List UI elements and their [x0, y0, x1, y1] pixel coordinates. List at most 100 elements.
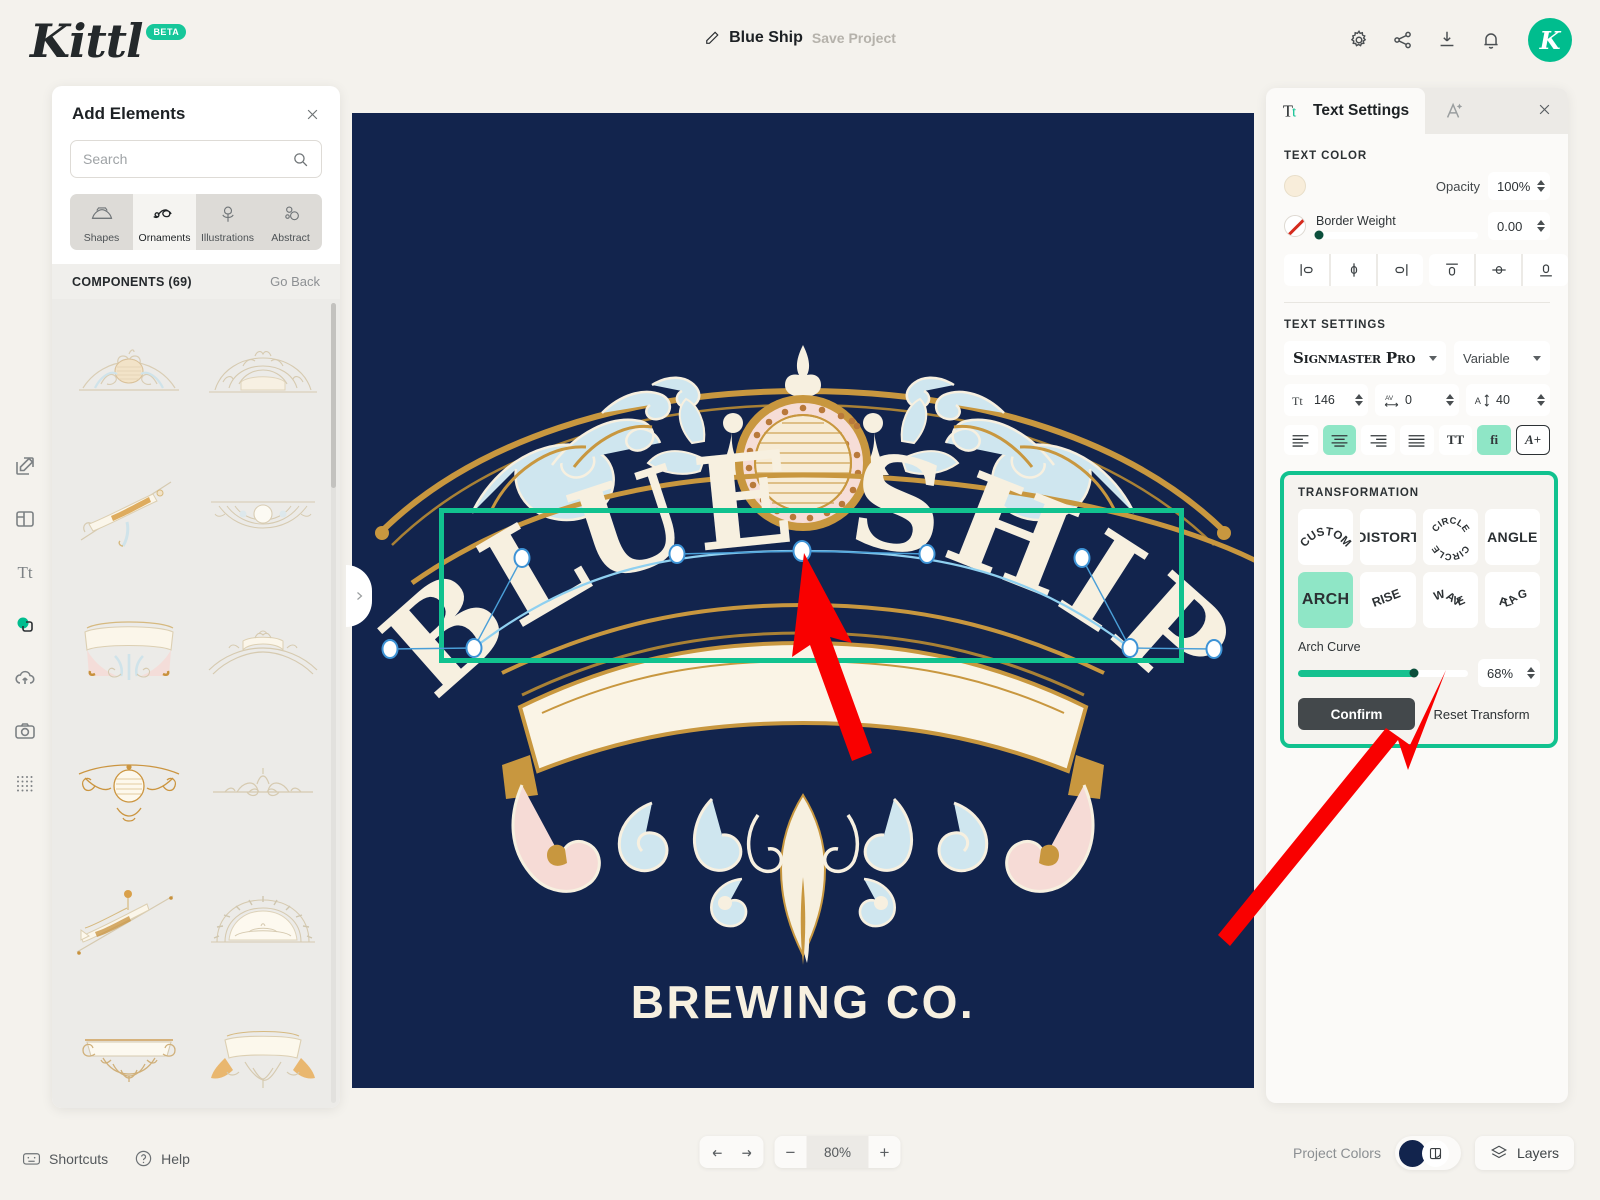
font-row: Signmaster Pro Variable [1284, 341, 1550, 375]
align-top-edge-button[interactable] [1429, 254, 1474, 286]
ligatures-toggle-button[interactable]: fi [1477, 425, 1512, 455]
preset-custom[interactable]: CUSTOM [1298, 509, 1354, 565]
arch-curve-slider[interactable] [1298, 668, 1468, 678]
align-right-edge-button[interactable] [1378, 254, 1423, 286]
cloud-upload-icon[interactable] [13, 666, 37, 690]
avatar[interactable]: K [1528, 18, 1572, 62]
top-bar: Kittl BETA Blue Ship Save Project K [0, 0, 1600, 84]
text-align-center-button[interactable] [1322, 425, 1357, 455]
app-logo[interactable]: Kittl BETA [30, 14, 187, 68]
search-icon[interactable] [292, 151, 309, 168]
layout-icon[interactable] [13, 507, 37, 531]
redo-button[interactable] [732, 1136, 764, 1168]
go-back-button[interactable]: Go Back [270, 274, 320, 289]
font-size-spinner[interactable] [1355, 394, 1363, 406]
list-item[interactable] [64, 449, 194, 575]
tab-text-effects[interactable] [1425, 88, 1483, 134]
search-box[interactable] [70, 140, 322, 178]
zoom-in-button[interactable]: + [869, 1136, 901, 1168]
arch-curve-stepper[interactable]: 68% [1478, 659, 1540, 687]
preset-label: RISE [1370, 586, 1402, 609]
align-left-edge-button[interactable] [1284, 254, 1329, 286]
text-align-justify-button[interactable] [1400, 425, 1434, 455]
list-item[interactable] [198, 449, 328, 575]
font-size-stepper[interactable]: Tt 146 [1284, 384, 1368, 416]
zoom-value[interactable]: 80% [806, 1136, 869, 1168]
project-colors-toggle[interactable] [1394, 1136, 1461, 1170]
layers-button[interactable]: Layers [1474, 1136, 1574, 1170]
preset-rise[interactable]: RISE [1360, 572, 1416, 628]
list-item[interactable] [64, 313, 194, 439]
save-project-button[interactable]: Save Project [812, 30, 896, 46]
letter-spacing-stepper[interactable]: AV 0 [1375, 384, 1459, 416]
border-weight-knob[interactable] [1314, 230, 1324, 240]
shapes-icon[interactable] [13, 613, 37, 637]
chevron-down-icon [1429, 355, 1437, 361]
pencil-square-icon[interactable] [13, 454, 37, 478]
keyboard-icon [22, 1153, 41, 1165]
align-h-center-button[interactable] [1331, 254, 1376, 286]
line-height-spinner[interactable] [1537, 394, 1545, 406]
category-ornaments[interactable]: Ornaments [133, 194, 196, 250]
list-item[interactable] [198, 857, 328, 983]
reset-transform-button[interactable]: Reset Transform [1423, 698, 1540, 730]
tab-text-settings[interactable]: T t Text Settings [1266, 88, 1426, 134]
text-icon[interactable]: Tt [13, 560, 37, 584]
list-item[interactable] [64, 993, 194, 1108]
arch-curve-spinner[interactable] [1527, 667, 1535, 679]
category-illustrations[interactable]: Illustrations [196, 194, 259, 250]
border-weight-slider[interactable] [1314, 230, 1478, 240]
text-effects-button[interactable]: A+ [1516, 425, 1550, 455]
list-item[interactable] [198, 993, 328, 1108]
text-align-left-button[interactable] [1284, 425, 1318, 455]
category-abstract[interactable]: Abstract [259, 194, 322, 250]
border-color-swatch[interactable] [1284, 215, 1306, 237]
scrollbar-thumb[interactable] [331, 303, 336, 488]
svg-text:A: A [1475, 396, 1482, 406]
help-button[interactable]: Help [134, 1149, 190, 1168]
ornament-flourish-divider-icon [213, 768, 313, 797]
opacity-spinner[interactable] [1537, 180, 1545, 192]
list-item[interactable] [198, 313, 328, 439]
shortcuts-button[interactable]: Shortcuts [22, 1149, 108, 1168]
line-height-stepper[interactable]: A 40 [1466, 384, 1550, 416]
border-weight-stepper[interactable]: 0.00 [1488, 212, 1550, 240]
download-icon[interactable] [1436, 29, 1458, 51]
opacity-stepper[interactable]: 100% [1488, 172, 1550, 200]
list-item[interactable] [198, 721, 328, 847]
gear-icon[interactable] [1348, 29, 1370, 51]
letter-spacing-spinner[interactable] [1446, 394, 1454, 406]
text-align-right-button[interactable] [1361, 425, 1396, 455]
preset-circle[interactable]: CIRCLE CIRCLE [1422, 509, 1478, 565]
list-item[interactable] [198, 585, 328, 711]
preset-distort[interactable]: DISTORT [1360, 509, 1416, 565]
preset-flag[interactable]: FLAG [1484, 572, 1540, 628]
border-weight-spinner[interactable] [1537, 220, 1545, 232]
arch-curve-knob[interactable] [1409, 668, 1419, 678]
design-canvas[interactable]: BLUE SHIP BREWING CO. [352, 113, 1254, 1088]
preset-angle[interactable]: ANGLE [1484, 509, 1540, 565]
zoom-out-button[interactable]: − [775, 1136, 807, 1168]
align-bottom-edge-button[interactable] [1523, 254, 1568, 286]
preset-wave[interactable]: WAVE [1422, 572, 1478, 628]
list-item[interactable] [64, 585, 194, 711]
confirm-button[interactable]: Confirm [1298, 698, 1415, 730]
share-icon[interactable] [1392, 29, 1414, 51]
grid-dots-icon[interactable] [13, 772, 37, 796]
undo-button[interactable] [700, 1136, 732, 1168]
category-shapes[interactable]: Shapes [70, 194, 133, 250]
pencil-icon[interactable] [704, 30, 720, 46]
font-family-select[interactable]: Signmaster Pro [1284, 341, 1446, 375]
list-item[interactable] [64, 857, 194, 983]
close-icon[interactable] [1537, 102, 1552, 117]
camera-icon[interactable] [13, 719, 37, 743]
preset-arch[interactable]: ARCH [1298, 572, 1354, 628]
text-color-swatch[interactable] [1284, 175, 1306, 197]
close-icon[interactable] [305, 107, 320, 122]
bell-icon[interactable] [1480, 29, 1502, 51]
search-input[interactable] [83, 151, 292, 167]
align-v-center-button[interactable] [1476, 254, 1521, 286]
font-variant-select[interactable]: Variable [1454, 341, 1550, 375]
list-item[interactable] [64, 721, 194, 847]
uppercase-toggle-button[interactable]: TT [1438, 425, 1473, 455]
